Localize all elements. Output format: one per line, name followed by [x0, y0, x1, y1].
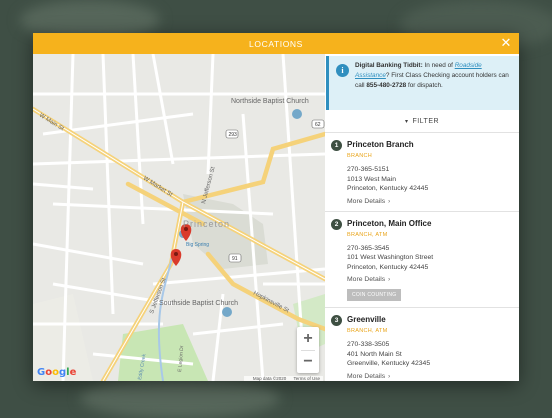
close-icon[interactable]: ✕: [499, 36, 513, 50]
map-label-big-spring: Big Spring: [186, 242, 209, 248]
more-details-link[interactable]: More Details ›: [347, 373, 511, 380]
location-name: Greenville: [347, 315, 386, 324]
location-phone: 270-338-3505: [347, 341, 390, 348]
service-badge: COIN COUNTING: [347, 289, 402, 301]
location-city: Greenville, Kentucky 42345: [347, 360, 431, 367]
location-number: 3: [331, 315, 342, 326]
map-data-credit: Map data ©2020: [252, 376, 287, 381]
chevron-right-icon: ›: [388, 277, 391, 283]
zoom-control: + −: [297, 327, 319, 373]
google-logo-letter: e: [69, 367, 77, 378]
location-city: Princeton, Kentucky 42445: [347, 185, 429, 192]
more-details-link[interactable]: More Details ›: [347, 276, 511, 283]
location-item[interactable]: 3 Greenville BRANCH, ATM 270-338-3505 40…: [325, 308, 519, 381]
tidbit-text: for dispatch.: [406, 82, 443, 89]
zoom-out-button[interactable]: −: [297, 350, 319, 373]
location-name: Princeton Branch: [347, 140, 414, 149]
map-footer: Map data ©2020 Terms of Use: [243, 376, 323, 381]
location-city: Princeton, Kentucky 42445: [347, 263, 429, 271]
info-icon: i: [336, 64, 349, 77]
map-label-princeton: Princeton: [183, 219, 230, 229]
tidbit-phone: 855-480-2728: [366, 82, 407, 89]
more-details-label: More Details: [347, 372, 386, 380]
location-item[interactable]: 2 Princeton, Main Office BRANCH, ATM 270…: [325, 212, 519, 308]
location-address: 401 North Main St: [347, 350, 402, 358]
map-terms-link[interactable]: Terms of Use: [293, 376, 320, 381]
more-details-label: More Details: [347, 276, 386, 283]
map-shield-62: 62: [315, 122, 321, 128]
location-phone: 270-365-5151: [347, 166, 390, 173]
location-type: BRANCH, ATM: [347, 231, 388, 238]
google-logo-letter: o: [52, 367, 59, 378]
map[interactable]: Northside Baptist Church Southside Bapti…: [33, 54, 325, 381]
chevron-down-icon: ▾: [404, 118, 409, 125]
filter-label: FILTER: [412, 117, 440, 125]
zoom-in-button[interactable]: +: [297, 327, 319, 350]
map-canvas[interactable]: Northside Baptist Church Southside Bapti…: [33, 54, 325, 381]
location-type: BRANCH: [347, 153, 373, 159]
map-shield-293: 293: [229, 132, 238, 138]
location-type: BRANCH, ATM: [347, 328, 388, 334]
google-logo[interactable]: Google: [37, 367, 76, 378]
location-item[interactable]: 1 Princeton Branch BRANCH 270-365-5151 1…: [325, 133, 519, 212]
tidbit-banner: i Digital Banking Tidbit: In need of Roa…: [326, 56, 519, 110]
tidbit-text: In need of: [422, 62, 455, 69]
chevron-right-icon: ›: [388, 198, 391, 205]
location-address: 101 West Washington Street: [347, 254, 434, 261]
map-shield-91: 91: [232, 256, 238, 262]
background-shape: [80, 378, 280, 418]
location-address: 1013 West Main: [347, 175, 396, 183]
map-label-northside: Northside Baptist Church: [231, 98, 309, 105]
more-details-link[interactable]: More Details ›: [347, 198, 511, 205]
filter-button[interactable]: ▾ FILTER: [325, 110, 519, 133]
locations-modal: LOCATIONS ✕ Northside Baptist Church Sou…: [33, 33, 519, 381]
tidbit-title: Digital Banking Tidbit:: [355, 62, 423, 69]
map-label-southside: Southside Baptist Church: [159, 300, 238, 307]
modal-title: LOCATIONS: [249, 38, 303, 49]
location-name: Princeton, Main Office: [347, 218, 432, 228]
location-phone: 270-365-3545: [347, 244, 390, 252]
modal-header: LOCATIONS ✕: [33, 33, 519, 54]
location-number: 1: [331, 140, 342, 151]
google-logo-letter: G: [37, 367, 46, 378]
more-details-label: More Details: [347, 197, 386, 205]
location-number: 2: [331, 218, 342, 230]
chevron-right-icon: ›: [388, 373, 391, 380]
locations-panel[interactable]: i Digital Banking Tidbit: In need of Roa…: [325, 54, 519, 381]
